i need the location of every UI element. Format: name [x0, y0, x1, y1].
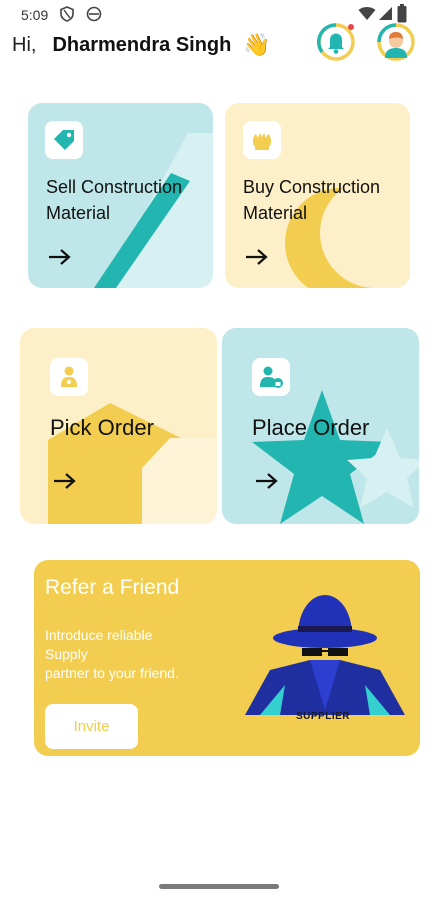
shield-status-icon: [60, 6, 74, 22]
user-name: Dharmendra Singh: [52, 33, 232, 56]
refer-friend-banner: Refer a Friend Introduce reliable Supply…: [34, 560, 420, 756]
avatar-icon: [377, 23, 415, 61]
avatar[interactable]: [376, 22, 416, 62]
app-status-icon: [86, 6, 102, 22]
arrow-right-icon: [49, 249, 71, 265]
buy-material-label: Buy Construction Material: [243, 177, 381, 223]
wifi-icon: [358, 7, 376, 20]
greeting: Hi, Dharmendra Singh 👋: [12, 30, 271, 60]
home-indicator[interactable]: [159, 884, 279, 889]
sell-material-label: Sell Construction Material: [46, 177, 183, 223]
person-icon: [61, 366, 77, 387]
refer-text-line: Supply: [45, 646, 88, 662]
status-bar: 5:09: [0, 0, 438, 28]
supplier-label: SUPPLIER: [296, 711, 351, 722]
supplier-spy-illustration: [245, 595, 405, 715]
notification-button[interactable]: [316, 22, 356, 62]
status-time: 5:09: [21, 7, 49, 23]
tag-icon: [54, 130, 74, 150]
user-lock-icon: [260, 366, 283, 388]
user-lock-icon-box: [252, 358, 290, 396]
battery-icon: [397, 4, 407, 23]
buy-material-card[interactable]: Buy Construction Material: [225, 103, 410, 288]
pick-order-card[interactable]: Pick Order: [20, 328, 217, 524]
notification-bell-icon: [317, 23, 355, 61]
arrow-right-icon: [246, 249, 268, 265]
arrow-right-icon: [54, 473, 76, 489]
tag-icon-box: [45, 121, 83, 159]
invite-button[interactable]: Invite: [45, 704, 138, 749]
hands-icon: [252, 133, 272, 150]
place-order-label: Place Order: [252, 415, 370, 440]
arrow-right-icon: [256, 473, 278, 489]
person-icon-box: [50, 358, 88, 396]
wave-emoji-icon: 👋: [243, 32, 271, 57]
refer-text-line: partner to your friend.: [45, 665, 179, 681]
pick-order-label: Pick Order: [50, 415, 154, 440]
refer-text-line: Introduce reliable: [45, 627, 153, 643]
sell-material-card[interactable]: Sell Construction Material: [28, 103, 213, 288]
greeting-hi: Hi,: [12, 33, 37, 56]
refer-title: Refer a Friend: [45, 576, 180, 599]
signal-icon: [379, 7, 392, 20]
hands-icon-box: [243, 121, 281, 159]
place-order-card[interactable]: Place Order: [222, 328, 419, 524]
